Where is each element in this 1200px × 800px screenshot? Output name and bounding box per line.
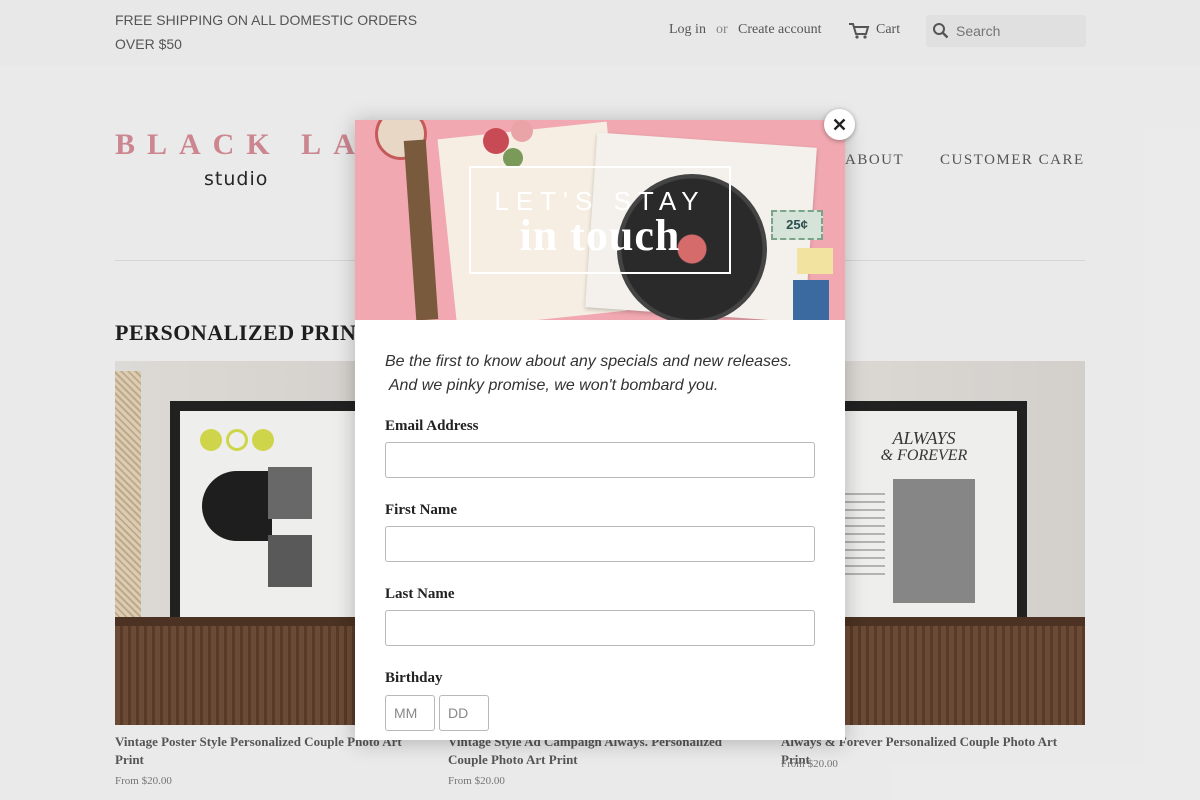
ticket-decor: 25¢ — [771, 210, 823, 240]
birthday-day-field[interactable] — [439, 695, 489, 731]
close-icon[interactable] — [833, 118, 846, 131]
hero-title-line2: in touch — [519, 211, 681, 260]
popup-hero-image: 25¢ LET'S STAY in touch — [355, 120, 845, 320]
email-label: Email Address — [385, 418, 479, 434]
stamp-decor — [797, 248, 833, 274]
popup-intro-text: Be the first to know about any specials … — [385, 353, 793, 394]
ruler-decor — [403, 139, 439, 320]
email-field[interactable] — [385, 442, 815, 478]
passport-decor — [793, 280, 829, 320]
first-name-field[interactable] — [385, 526, 815, 562]
newsletter-popup: 25¢ LET'S STAY in touch Be the first to … — [355, 120, 845, 740]
close-popup-button[interactable] — [824, 109, 855, 140]
last-name-field[interactable] — [385, 610, 815, 646]
birthday-label: Birthday — [385, 670, 443, 686]
birthday-month-field[interactable] — [385, 695, 435, 731]
last-name-label: Last Name — [385, 586, 455, 602]
first-name-label: First Name — [385, 502, 458, 518]
hero-title-frame: LET'S STAY in touch — [469, 166, 731, 274]
